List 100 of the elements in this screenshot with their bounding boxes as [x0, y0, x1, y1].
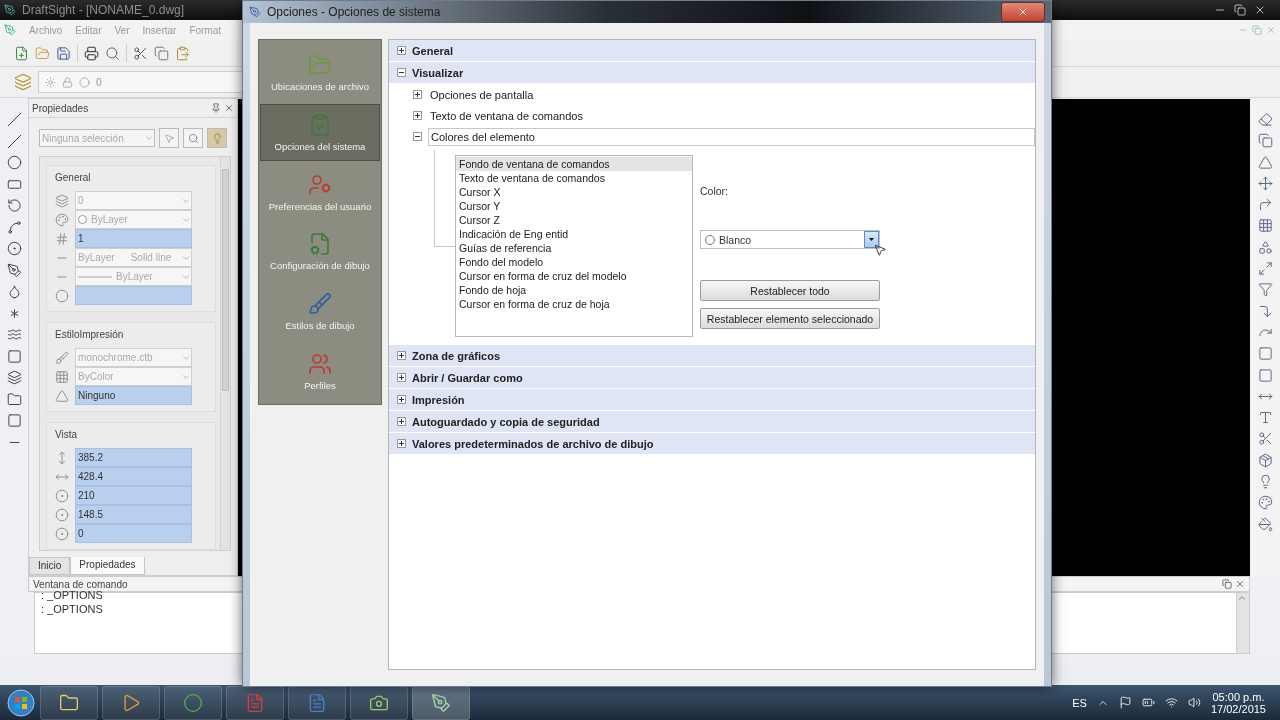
category-item[interactable]: Opciones del sistema: [260, 103, 380, 161]
list-item[interactable]: Cursor en forma de cruz del modelo: [456, 269, 692, 283]
scrollbar[interactable]: [220, 157, 230, 550]
tree-section-label[interactable]: Abrir / Guardar como: [412, 371, 523, 384]
network-icon[interactable]: [1164, 696, 1178, 709]
curve-icon[interactable]: [6, 219, 22, 235]
input-field[interactable]: 428.4: [75, 467, 192, 486]
battery-icon[interactable]: [1141, 696, 1155, 709]
flag-icon[interactable]: [1118, 696, 1132, 709]
copy-icon[interactable]: [1257, 133, 1273, 149]
square-icon[interactable]: [6, 348, 22, 364]
clock[interactable]: 05:00 p.m. 17/02/2015: [1210, 690, 1266, 715]
close-icon[interactable]: [1235, 579, 1245, 589]
target-icon[interactable]: [55, 507, 69, 522]
folder-icon[interactable]: [6, 391, 22, 407]
triangle-icon[interactable]: [1257, 154, 1273, 170]
list-item[interactable]: Fondo de ventana de comandos: [456, 157, 692, 171]
drop-icon[interactable]: [6, 284, 22, 299]
search-icon[interactable]: [105, 45, 120, 61]
pin-icon[interactable]: [211, 103, 221, 113]
palette-icon[interactable]: [55, 212, 69, 227]
scissors-icon[interactable]: [1257, 431, 1273, 447]
wave-icon[interactable]: [6, 327, 22, 342]
mouse-pointer-icon[interactable]: [873, 243, 887, 257]
input-field[interactable]: 1: [75, 229, 192, 248]
sun-icon[interactable]: [45, 76, 56, 88]
scale-icon[interactable]: [1257, 261, 1273, 277]
list-item[interactable]: Indicación de Eng entid: [456, 227, 692, 241]
tree-section-label[interactable]: Visualizar: [412, 66, 464, 79]
browser-icon[interactable]: [183, 692, 203, 713]
corner-icon[interactable]: [1257, 303, 1273, 319]
language-indicator[interactable]: ES: [1072, 696, 1087, 709]
app-logo-icon[interactable]: [249, 6, 261, 18]
expand-icon[interactable]: [397, 417, 406, 426]
square-icon[interactable]: [1257, 346, 1273, 362]
arc-icon[interactable]: [6, 198, 22, 213]
scroll-up-icon[interactable]: [1237, 593, 1247, 603]
reset-button[interactable]: Restablecer elemento seleccionado: [700, 308, 880, 329]
grid-icon[interactable]: [55, 369, 69, 384]
close-icon[interactable]: [1254, 4, 1266, 16]
input-field[interactable]: 210: [75, 486, 192, 505]
expand-icon[interactable]: [397, 351, 406, 360]
pen-icon[interactable]: [6, 262, 22, 278]
input-field[interactable]: 385.2: [75, 448, 192, 467]
restore-icon[interactable]: [1222, 579, 1232, 589]
text-icon[interactable]: [1257, 410, 1273, 426]
box-icon[interactable]: [1257, 452, 1273, 468]
dropdown-arrow-icon[interactable]: [869, 238, 874, 241]
layers-icon[interactable]: [6, 370, 22, 385]
tree-item-label[interactable]: Opciones de pantalla: [428, 86, 536, 103]
close-button[interactable]: [1001, 2, 1045, 22]
shapes-icon[interactable]: [1257, 239, 1273, 255]
corner-icon[interactable]: [1257, 197, 1273, 213]
taskbar-button[interactable]: [350, 685, 408, 720]
square-icon[interactable]: [6, 413, 22, 428]
save-icon[interactable]: [56, 45, 71, 61]
circle-dot-icon[interactable]: [6, 241, 22, 256]
list-item[interactable]: Fondo de hoja: [456, 283, 692, 297]
reset-button[interactable]: Restablecer todo: [700, 280, 880, 301]
line-icon[interactable]: [6, 112, 22, 127]
tree-section-label[interactable]: General: [412, 44, 453, 57]
collapse-icon[interactable]: [397, 68, 406, 77]
line-icon[interactable]: [6, 133, 22, 149]
panel-tab[interactable]: Propiedades: [70, 557, 145, 575]
list-item[interactable]: Cursor Y: [456, 199, 692, 213]
input-field[interactable]: [75, 286, 192, 305]
clipboard-check-icon[interactable]: [308, 112, 332, 137]
collapse-icon[interactable]: [413, 132, 422, 141]
list-item[interactable]: Fondo del modelo: [456, 255, 692, 269]
input-field[interactable]: 0: [75, 524, 192, 543]
palette-icon[interactable]: [1257, 495, 1273, 511]
printer-icon[interactable]: [84, 45, 99, 61]
hash-icon[interactable]: [55, 231, 69, 246]
panel-tab[interactable]: Inicio: [29, 557, 71, 575]
list-item[interactable]: Cursor Z: [456, 213, 692, 227]
expand-icon[interactable]: [397, 439, 406, 448]
app-logo-icon[interactable]: [4, 4, 16, 16]
target-icon[interactable]: [55, 526, 69, 541]
restore-icon[interactable]: [1234, 4, 1246, 16]
lock-icon[interactable]: [62, 76, 73, 88]
tree-section-label[interactable]: Zona de gráficos: [412, 349, 501, 362]
brush-icon[interactable]: [308, 292, 332, 317]
close-icon[interactable]: [224, 103, 234, 113]
paint-bucket-icon[interactable]: [1257, 516, 1273, 532]
dropdown-arrow-button[interactable]: [864, 231, 879, 248]
input-field[interactable]: Ninguno: [75, 386, 192, 405]
tree-section-label[interactable]: Impresión: [412, 393, 465, 406]
list-item[interactable]: Cursor en forma de cruz de hoja: [456, 297, 692, 311]
tree-section-label[interactable]: Autoguardado y copia de seguridad: [412, 415, 600, 428]
brush-icon[interactable]: [55, 350, 69, 365]
move-icon[interactable]: [1257, 175, 1273, 191]
element-list[interactable]: [455, 155, 693, 337]
expand-icon[interactable]: [397, 373, 406, 382]
drafting-icon[interactable]: [431, 692, 451, 713]
speaker-icon[interactable]: [1187, 696, 1201, 709]
target-icon[interactable]: [55, 488, 69, 503]
taskbar-button[interactable]: [226, 685, 284, 720]
funnel-icon[interactable]: [1257, 282, 1273, 298]
scrollbar[interactable]: [1236, 593, 1249, 653]
triangle-icon[interactable]: [55, 388, 69, 403]
